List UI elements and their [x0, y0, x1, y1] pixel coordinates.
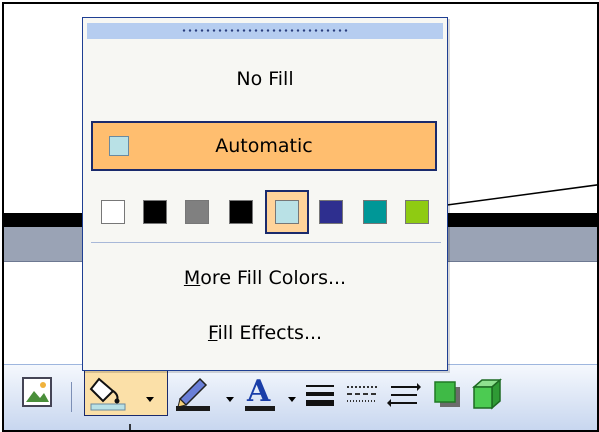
screenshot-frame: A No Fill Automatic More Fill Colors... … — [2, 2, 599, 432]
swatch-teal[interactable] — [363, 200, 387, 224]
swatch-gray[interactable] — [185, 200, 209, 224]
more-fill-colors-label: ore Fill Colors... — [200, 267, 347, 289]
fill-effects-item[interactable]: Fill Effects... — [83, 322, 447, 344]
menu-divider — [91, 242, 441, 243]
swatch-lime[interactable] — [405, 200, 429, 224]
automatic-label: Automatic — [215, 135, 313, 157]
swatch-white[interactable] — [101, 200, 125, 224]
fill-effects-label: ill Effects... — [217, 322, 323, 344]
fill-color-menu: No Fill Automatic More Fill Colors... Fi… — [82, 17, 448, 371]
menu-drag-grip[interactable] — [87, 23, 443, 39]
swatch-black[interactable] — [143, 200, 167, 224]
no-fill-item[interactable]: No Fill — [83, 68, 447, 90]
swatch-black-2[interactable] — [229, 200, 253, 224]
color-swatch-row — [83, 190, 447, 234]
swatch-light-turquoise[interactable] — [275, 200, 299, 224]
automatic-item[interactable]: Automatic — [91, 121, 437, 171]
more-fill-colors-item[interactable]: More Fill Colors... — [83, 267, 447, 289]
swatch-indigo[interactable] — [319, 200, 343, 224]
mnemonic-m: M — [183, 267, 201, 289]
grip-dots — [181, 29, 349, 32]
